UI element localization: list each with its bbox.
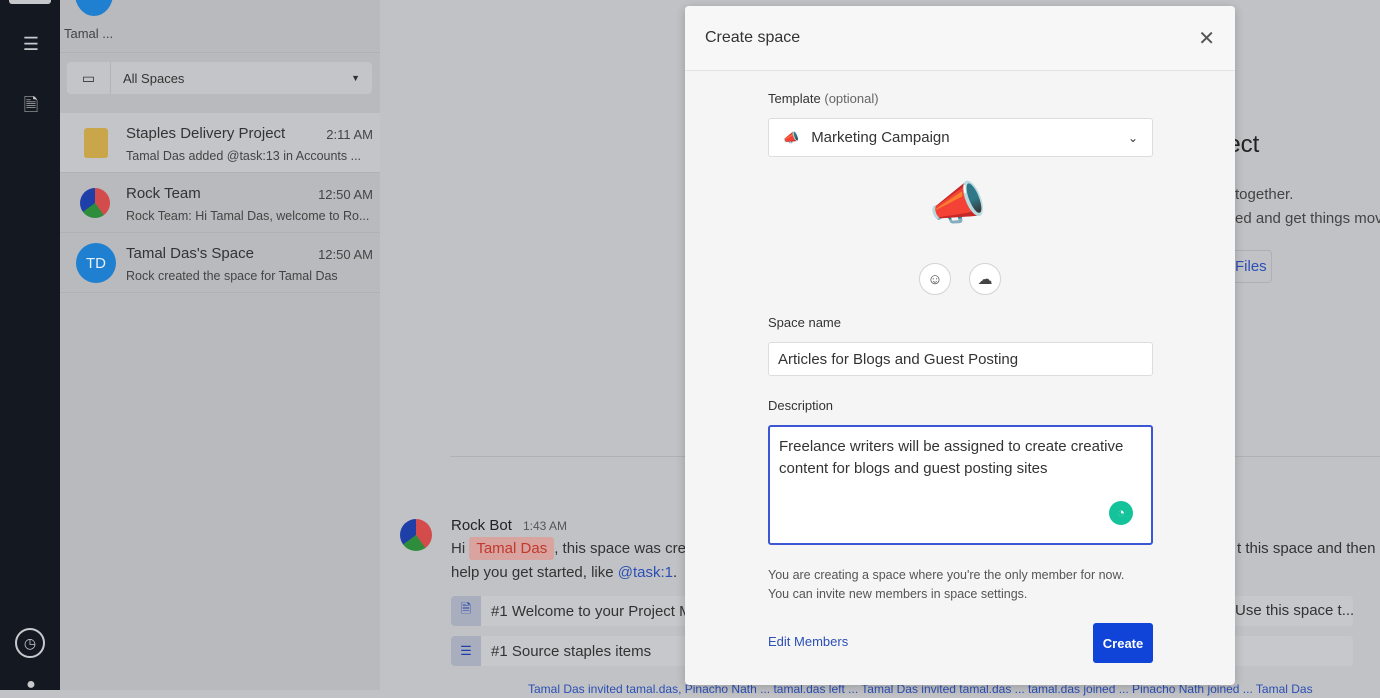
document-icon: 🗎 (451, 596, 481, 626)
message-author: Rock Bot (451, 517, 512, 534)
message-fragment: . (673, 564, 678, 581)
template-select[interactable]: 📣 Marketing Campaign ⌄ (768, 118, 1153, 157)
stack-icon: ▭ (67, 62, 111, 94)
upload-cloud-icon[interactable]: ☁ (969, 263, 1001, 295)
label-text: Template (768, 91, 821, 106)
rock-bot-avatar (400, 519, 432, 551)
message-fragment: t this space and then c (1237, 540, 1380, 557)
caret-down-icon: ▼ (351, 73, 360, 83)
filter-label: All Spaces (123, 70, 185, 86)
chevron-down-icon: ⌄ (1127, 130, 1138, 145)
description-textarea[interactable]: Freelance writers will be assigned to cr… (768, 425, 1153, 545)
card-snippet: Use this space t... (1235, 602, 1355, 619)
space-time: 2:11 AM (326, 127, 373, 142)
description-value: Freelance writers will be assigned to cr… (779, 438, 1124, 477)
user-mention[interactable]: Tamal Das (469, 537, 555, 560)
rock-logo-icon (80, 188, 110, 218)
rail-active-indicator (9, 0, 51, 4)
list-icon: ☰ (451, 636, 481, 666)
space-snippet: Rock Team: Hi Tamal Das, welcome to Ro..… (126, 209, 370, 223)
bell-icon[interactable]: ● (20, 676, 42, 698)
space-snippet: Rock created the space for Tamal Das (126, 269, 338, 283)
card-title: #1 Source staples items (491, 642, 652, 660)
space-avatar: TD (76, 243, 116, 283)
space-snippet: Tamal Das added @task:13 in Accounts ... (126, 149, 362, 163)
megaphone-icon: 📣 (783, 129, 800, 145)
space-list-item[interactable]: TD Tamal Das's Space 12:50 AM Rock creat… (60, 233, 380, 293)
user-avatar[interactable] (75, 0, 113, 16)
space-title: Rock Team (126, 185, 201, 202)
space-title: Staples Delivery Project (126, 125, 286, 142)
message-text: Hi Tamal Das, this space was cre (451, 537, 686, 560)
list-icon[interactable]: ☰ (20, 34, 42, 56)
app-rail: ☰ 🗎 ◷ ● (0, 0, 60, 693)
space-title: Tamal Das's Space (126, 245, 254, 262)
space-list-item[interactable]: Staples Delivery Project 2:11 AM Tamal D… (60, 113, 380, 173)
divider (60, 52, 380, 53)
space-time: 12:50 AM (318, 247, 373, 262)
dialog-header: Create space ✕ (685, 6, 1235, 71)
optional-hint: (optional) (824, 91, 879, 106)
message-text: help you get started, like @task:1. (451, 564, 677, 581)
dialog-title: Create space (705, 29, 801, 46)
emoji-picker-icon[interactable]: ☺ (919, 263, 951, 295)
create-space-dialog: Create space ✕ Template (optional) 📣 Mar… (685, 6, 1235, 685)
welcome-text: ed and get things mov (1235, 210, 1380, 227)
space-list-item[interactable]: Rock Team 12:50 AM Rock Team: Hi Tamal D… (60, 173, 380, 233)
task-link[interactable]: @task:1 (618, 564, 673, 581)
welcome-text: together. (1235, 186, 1294, 203)
grammarly-icon[interactable]: ◔ (1109, 501, 1133, 525)
edit-members-link[interactable]: Edit Members (768, 634, 848, 649)
message-fragment: help you get started, like (451, 564, 618, 581)
template-label: Template (optional) (768, 91, 879, 106)
card-title: #1 Welcome to your Project M (491, 602, 692, 620)
message-fragment: , this space was cre (554, 540, 686, 557)
template-value: Marketing Campaign (811, 129, 950, 146)
space-icon-preview: 📣 (929, 177, 987, 229)
space-filter-dropdown[interactable]: ▭ All Spaces ▼ (67, 62, 372, 94)
space-name-label: Space name (768, 315, 841, 330)
note-line: You are creating a space where you're th… (768, 568, 1125, 582)
document-icon[interactable]: 🗎 (20, 93, 42, 115)
create-button[interactable]: Create (1093, 623, 1153, 663)
folder-icon (84, 128, 108, 158)
note-line: You can invite new members in space sett… (768, 587, 1028, 601)
member-note: You are creating a space where you're th… (768, 566, 1124, 604)
space-time: 12:50 AM (318, 187, 373, 202)
message-time: 1:43 AM (523, 519, 568, 533)
greeting: Hi (451, 540, 466, 557)
close-icon[interactable]: ✕ (1198, 26, 1215, 51)
history-icon[interactable]: ◷ (15, 628, 45, 658)
space-name-input[interactable]: Articles for Blogs and Guest Posting (768, 342, 1153, 376)
description-label: Description (768, 398, 834, 413)
space-list-panel: Tamal ... ▭ All Spaces ▼ Staples Deliver… (60, 0, 380, 690)
user-name: Tamal ... (64, 26, 114, 41)
